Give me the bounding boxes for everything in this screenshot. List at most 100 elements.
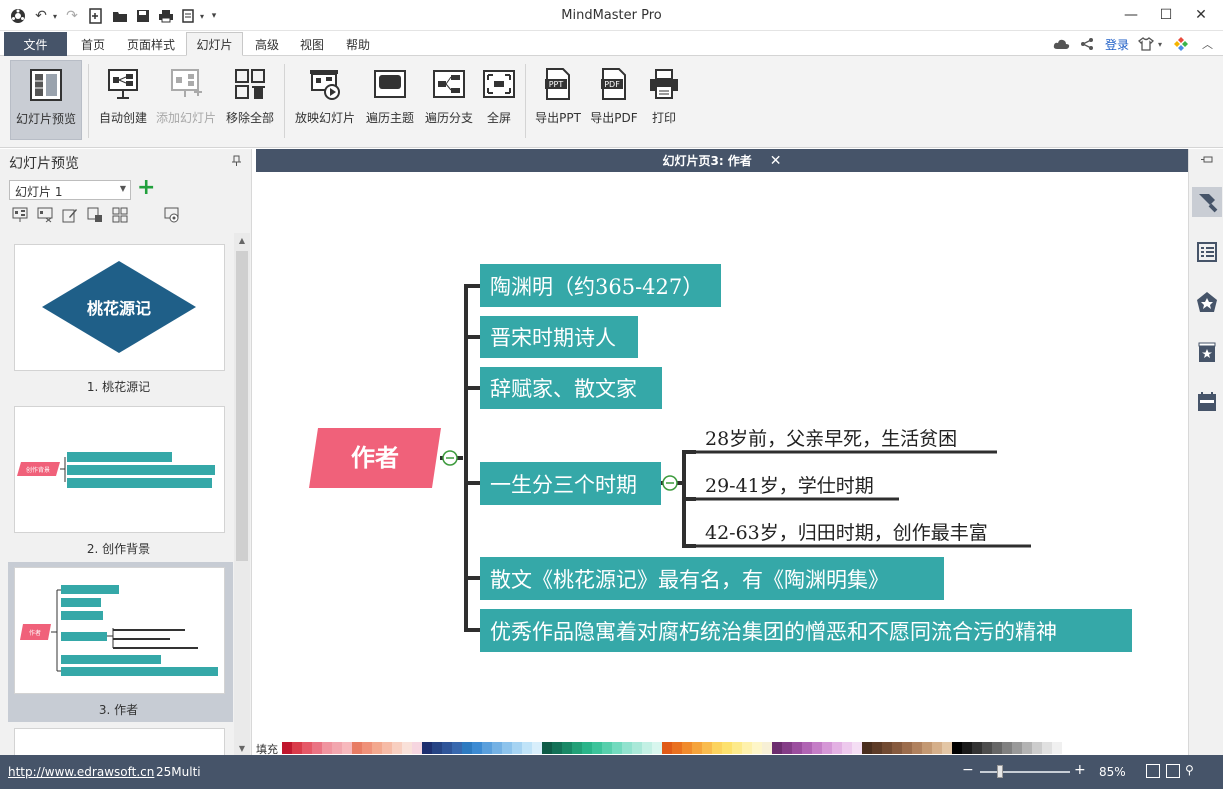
tab-view[interactable]: 视图 <box>294 32 330 56</box>
color-swatch[interactable] <box>862 742 872 754</box>
clipart-icon[interactable] <box>1192 287 1222 317</box>
sub-topic[interactable]: 29-41岁，学仕时期 <box>705 471 874 498</box>
share-icon[interactable] <box>1080 35 1094 53</box>
color-swatch[interactable] <box>1062 742 1072 754</box>
export-pdf-button[interactable]: PDF 导出PDF <box>588 60 640 140</box>
auto-create-button[interactable]: 自动创建 <box>95 60 151 140</box>
slide-present-icon[interactable] <box>12 207 28 223</box>
color-swatch[interactable] <box>452 742 462 754</box>
slide-settings-icon[interactable] <box>164 207 180 223</box>
pin-panel-icon[interactable] <box>1192 151 1222 171</box>
color-swatch[interactable] <box>982 742 992 754</box>
color-swatch[interactable] <box>782 742 792 754</box>
color-swatch[interactable] <box>282 742 292 754</box>
color-swatch[interactable] <box>622 742 632 754</box>
color-swatch[interactable] <box>312 742 322 754</box>
login-link[interactable]: 登录 <box>1105 35 1129 53</box>
slide-copy-icon[interactable] <box>87 207 103 223</box>
pin-icon[interactable] <box>230 155 242 170</box>
color-swatch[interactable] <box>572 742 582 754</box>
scroll-up-icon[interactable]: ▲ <box>234 233 250 247</box>
sub-topic[interactable]: 28岁前，父亲早死，生活贫困 <box>705 424 957 451</box>
color-swatch[interactable] <box>712 742 722 754</box>
color-swatch[interactable] <box>842 742 852 754</box>
sub-topic[interactable]: 42-63岁，归田时期，创作最丰富 <box>705 518 988 545</box>
slide-thumbnail-4[interactable] <box>14 728 225 755</box>
export-ppt-button[interactable]: PPT 导出PPT <box>532 60 584 140</box>
color-swatch[interactable] <box>672 742 682 754</box>
color-swatch[interactable] <box>322 742 332 754</box>
slide-preview-button[interactable]: 幻灯片预览 <box>10 60 82 140</box>
color-swatch[interactable] <box>942 742 952 754</box>
slide-select[interactable]: 幻灯片 1 ▼ <box>9 180 131 200</box>
color-swatch[interactable] <box>972 742 982 754</box>
color-swatch[interactable] <box>422 742 432 754</box>
color-swatch[interactable] <box>732 742 742 754</box>
tab-slides[interactable]: 幻灯片 <box>186 32 243 56</box>
file-menu[interactable]: 文件 <box>4 32 67 56</box>
slide-grid-icon[interactable] <box>112 207 128 223</box>
color-swatch[interactable] <box>1032 742 1042 754</box>
color-swatch[interactable] <box>722 742 732 754</box>
slide-thumbnail-3[interactable]: 作者 <box>14 567 225 694</box>
color-swatch[interactable] <box>802 742 812 754</box>
color-swatch[interactable] <box>612 742 622 754</box>
color-swatch[interactable] <box>852 742 862 754</box>
color-swatch[interactable] <box>442 742 452 754</box>
color-swatch[interactable] <box>502 742 512 754</box>
color-swatch[interactable] <box>742 742 752 754</box>
zoom-out-button[interactable]: − <box>962 762 974 778</box>
color-swatch[interactable] <box>962 742 972 754</box>
color-swatch[interactable] <box>362 742 372 754</box>
play-slides-button[interactable]: 放映幻灯片 <box>292 60 358 140</box>
color-swatch[interactable] <box>1002 742 1012 754</box>
tab-advanced[interactable]: 高级 <box>249 32 285 56</box>
color-swatch[interactable] <box>662 742 672 754</box>
remove-all-button[interactable]: 移除全部 <box>222 60 278 140</box>
color-swatch[interactable] <box>772 742 782 754</box>
color-swatch[interactable] <box>562 742 572 754</box>
color-swatch[interactable] <box>382 742 392 754</box>
color-swatch[interactable] <box>542 742 552 754</box>
mindmap-canvas[interactable]: 作者 陶渊明（约365-427） 晋宋时期诗人 辞赋家、散文家 一生分三个时期 … <box>256 172 1188 740</box>
branch-topic[interactable]: 一生分三个时期 <box>480 462 661 505</box>
color-swatch[interactable] <box>352 742 362 754</box>
color-swatch[interactable] <box>512 742 522 754</box>
color-swatch[interactable] <box>342 742 352 754</box>
zoom-in-button[interactable]: + <box>1074 762 1086 778</box>
close-window-button[interactable]: ✕ <box>1184 4 1218 26</box>
color-swatch[interactable] <box>412 742 422 754</box>
color-swatch[interactable] <box>592 742 602 754</box>
color-swatch[interactable] <box>892 742 902 754</box>
color-swatch[interactable] <box>1052 742 1062 754</box>
mark-icon[interactable] <box>1192 337 1222 367</box>
slide-remove-icon[interactable] <box>37 207 53 223</box>
color-swatch[interactable] <box>682 742 692 754</box>
add-slide-button[interactable]: 添加幻灯片 <box>154 60 218 140</box>
color-swatch[interactable] <box>832 742 842 754</box>
traverse-topics-button[interactable]: 遍历主题 <box>362 60 418 140</box>
presentation-icon[interactable]: ⚲ <box>1185 763 1194 777</box>
zoom-slider[interactable] <box>980 771 1070 773</box>
print-button[interactable]: 打印 <box>644 60 684 140</box>
branch-topic[interactable]: 散文《桃花源记》最有名，有《陶渊明集》 <box>480 557 944 600</box>
skin-dropdown-icon[interactable]: ▾ <box>1158 35 1162 53</box>
fullscreen-button[interactable]: 全屏 <box>480 60 518 140</box>
color-swatch[interactable] <box>912 742 922 754</box>
color-swatch[interactable] <box>692 742 702 754</box>
color-swatch[interactable] <box>402 742 412 754</box>
cloud-icon[interactable] <box>1053 35 1071 53</box>
color-swatch[interactable] <box>632 742 642 754</box>
color-swatch[interactable] <box>552 742 562 754</box>
outline-list-icon[interactable] <box>1192 237 1222 267</box>
format-brush-icon[interactable] <box>1192 187 1222 217</box>
traverse-branches-button[interactable]: 遍历分支 <box>421 60 477 140</box>
color-swatch[interactable] <box>792 742 802 754</box>
color-swatch[interactable] <box>952 742 962 754</box>
fit-page-icon[interactable] <box>1146 764 1160 778</box>
color-swatch[interactable] <box>822 742 832 754</box>
minimize-button[interactable]: — <box>1114 4 1148 26</box>
color-swatch[interactable] <box>902 742 912 754</box>
scrollbar-thumb[interactable] <box>236 251 248 561</box>
color-swatch[interactable] <box>932 742 942 754</box>
